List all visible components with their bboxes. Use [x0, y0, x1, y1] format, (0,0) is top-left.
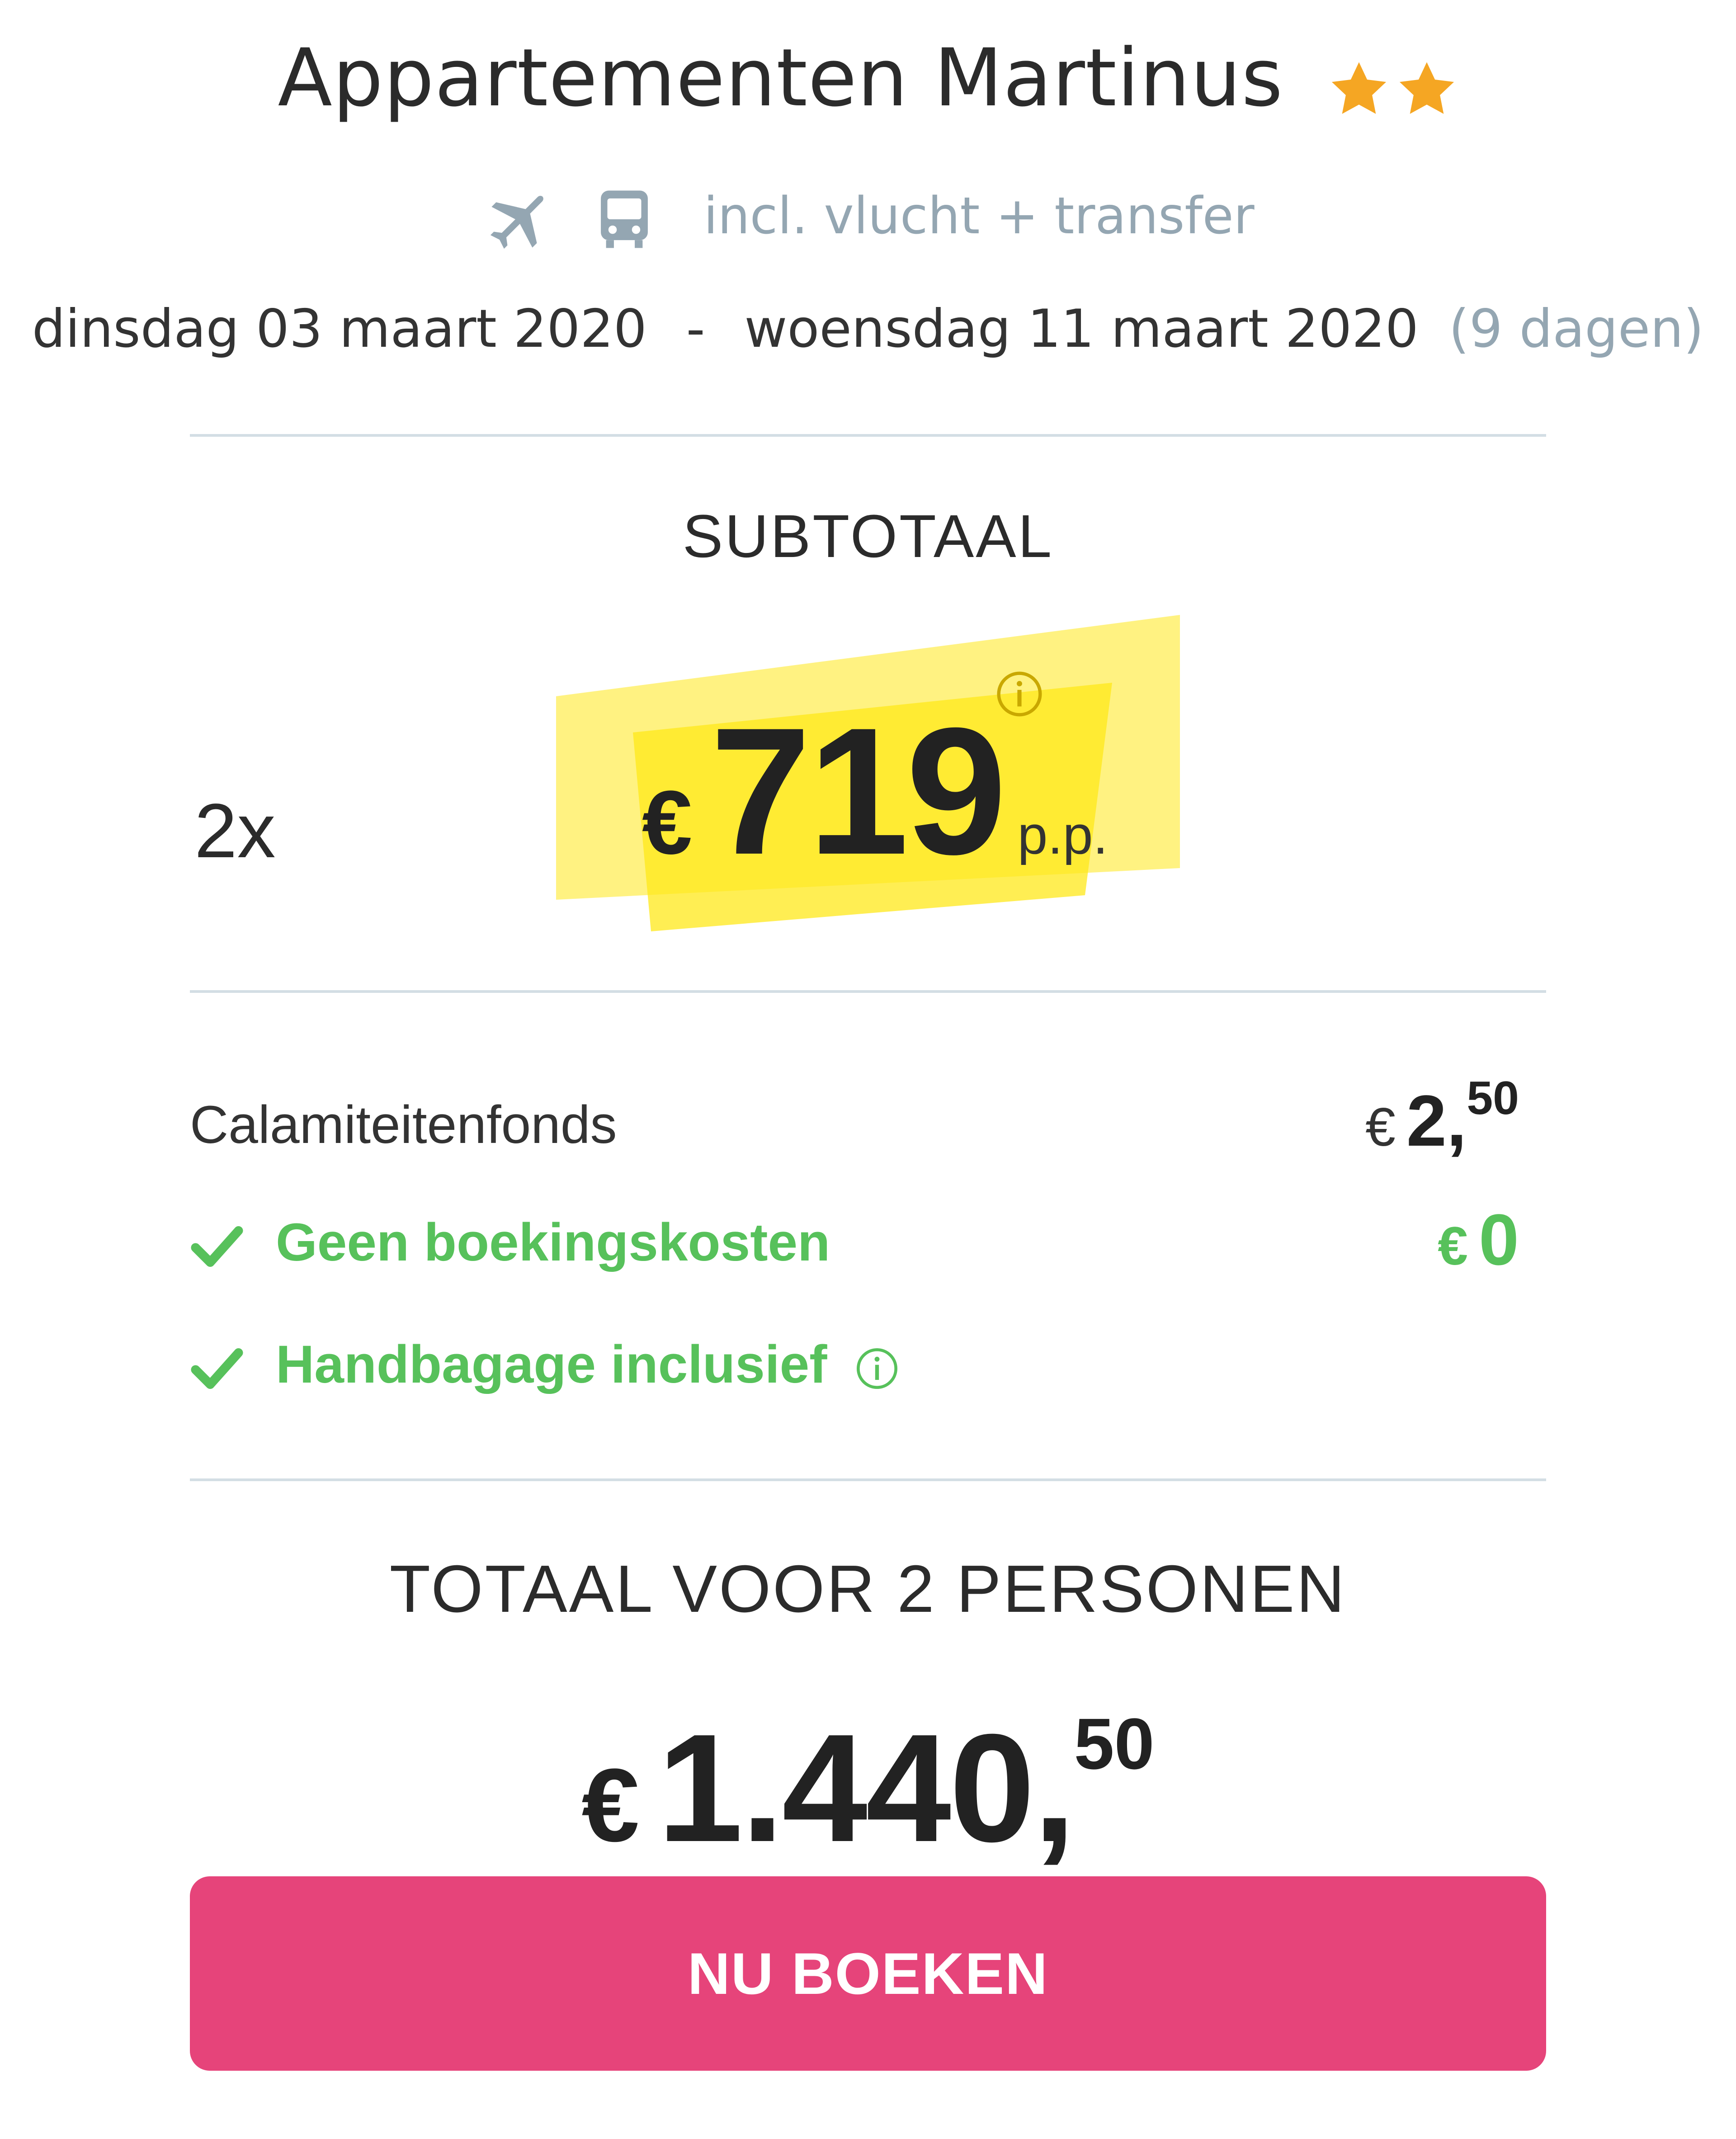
total-currency: €	[581, 1747, 640, 1863]
book-now-button[interactable]: NU BOEKEN	[190, 1876, 1546, 2071]
amount-integer: 0	[1479, 1199, 1519, 1280]
total-integer: 1.440,	[657, 1702, 1076, 1874]
travel-dates: dinsdag 03 maart 2020 - woensdag 11 maar…	[0, 298, 1736, 359]
hotel-title-row: Appartementen Martinus	[0, 32, 1736, 130]
date-separator: -	[686, 298, 705, 359]
check-icon	[191, 1226, 243, 1267]
total-amount: €1.440,50	[0, 1700, 1736, 1877]
total-cents: 50	[1074, 1703, 1155, 1784]
hand-luggage-row: Handbagage inclusief	[190, 1334, 900, 1396]
star-icon	[1399, 62, 1454, 114]
check-icon	[191, 1348, 243, 1389]
info-icon[interactable]	[854, 1346, 900, 1391]
hotel-title: Appartementen Martinus	[278, 32, 1283, 124]
total-label: TOTAAL VOOR 2 PERSONEN	[389, 1552, 1347, 1626]
no-booking-fee-label: Geen boekingskosten	[276, 1213, 830, 1272]
divider	[190, 990, 1546, 993]
travel-info-text: incl. vlucht + transfer	[703, 186, 1255, 246]
trip-duration: (9 dagen)	[1448, 298, 1704, 359]
calamity-fund-amount: €2,50	[1365, 1072, 1519, 1162]
divider	[190, 1478, 1546, 1481]
amount-integer: 2,	[1406, 1080, 1467, 1161]
calamity-fund-label: Calamiteitenfonds	[190, 1095, 617, 1155]
bus-icon	[600, 190, 648, 248]
no-booking-fee-row: Geen boekingskosten	[190, 1212, 830, 1274]
date-end: woensdag 11 maart 2020	[744, 298, 1419, 359]
hand-luggage-label: Handbagage inclusief	[276, 1335, 827, 1394]
date-start: dinsdag 03 maart 2020	[32, 298, 647, 359]
traveller-quantity: 2x	[194, 788, 276, 874]
price-per-person-suffix: p.p.	[1017, 805, 1108, 865]
star-icon	[1331, 62, 1386, 114]
divider	[190, 434, 1546, 437]
subtotal-label: SUBTOTAAL	[682, 503, 1054, 570]
travel-info-row: incl. vlucht + transfer	[0, 181, 1736, 258]
price-currency: €	[642, 772, 693, 873]
price-value: 719	[710, 690, 1006, 892]
price-per-person: €719 p.p.	[642, 687, 1108, 895]
currency-symbol: €	[1365, 1097, 1396, 1157]
amount-cents: 50	[1467, 1072, 1519, 1124]
plane-icon	[491, 196, 544, 249]
currency-symbol: €	[1438, 1216, 1468, 1276]
booking-fee-amount: €0	[1438, 1198, 1519, 1281]
star-rating	[1323, 37, 1458, 130]
